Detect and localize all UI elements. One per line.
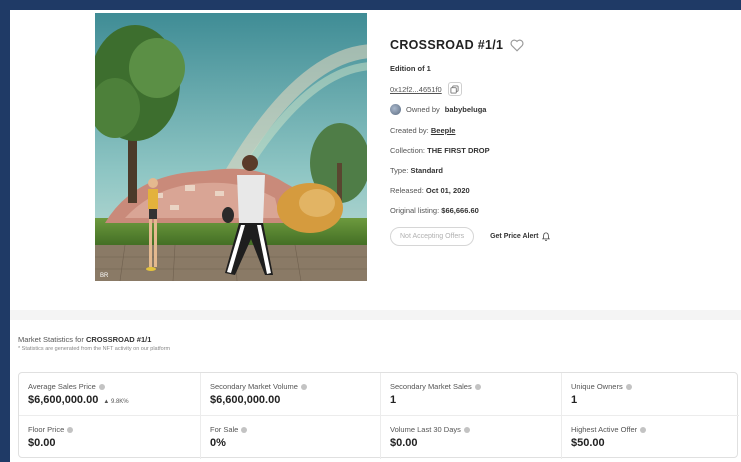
- original-listing-label: Original listing:: [390, 206, 440, 215]
- stat-volume-last-30-days: Volume Last 30 Days $0.00: [381, 416, 562, 459]
- info-icon[interactable]: [474, 383, 481, 390]
- contract-address-link[interactable]: 0x12f2...4651f0: [390, 85, 442, 94]
- heart-icon[interactable]: [510, 39, 524, 52]
- released-row: Released: Oct 01, 2020: [390, 186, 730, 195]
- stat-change: ▲ 9.8K%: [103, 399, 129, 405]
- released-label: Released:: [390, 186, 424, 195]
- collection-value: THE FIRST DROP: [427, 146, 490, 155]
- get-price-alert-button[interactable]: Get Price Alert: [490, 232, 551, 241]
- stat-value: 1: [571, 394, 578, 406]
- price-alert-label: Get Price Alert: [490, 233, 539, 240]
- owner-prefix: Owned by: [406, 105, 440, 114]
- created-by-row: Created by: Beeple: [390, 126, 730, 135]
- section-divider: [10, 310, 741, 320]
- nft-title: CROSSROAD #1/1: [390, 38, 504, 52]
- stat-floor-price: Floor Price $0.00: [19, 416, 201, 459]
- original-listing-row: Original listing: $66,666.60: [390, 206, 730, 215]
- stat-label: Secondary Market Volume: [210, 382, 298, 391]
- stat-average-sales-price: Average Sales Price $6,600,000.00 ▲ 9.8K%: [19, 373, 201, 416]
- bell-icon: [542, 232, 551, 241]
- creator-link[interactable]: Beeple: [431, 126, 456, 135]
- nft-artwork[interactable]: BR: [95, 13, 367, 281]
- stat-value: $6,600,000.00: [210, 394, 281, 406]
- original-listing-value: $66,666.60: [441, 206, 479, 215]
- nft-header: BR CROSSROAD #1/1 Edition of 1 0x12f2...…: [10, 10, 741, 310]
- stat-label: For Sale: [210, 425, 239, 434]
- market-stats-note: * Statistics are generated from the NFT …: [18, 346, 171, 352]
- stat-label: Secondary Market Sales: [390, 382, 472, 391]
- market-stats-title: Market Statistics for CROSSROAD #1/1: [18, 335, 170, 344]
- owner-name-link[interactable]: babybeluga: [445, 105, 487, 114]
- stat-label: Average Sales Price: [28, 382, 96, 391]
- edition-label: Edition of 1: [390, 64, 431, 73]
- nft-details: CROSSROAD #1/1 Edition of 1 0x12f2...465…: [390, 38, 730, 246]
- stat-secondary-market-volume: Secondary Market Volume $6,600,000.00: [201, 373, 381, 416]
- stat-highest-active-offer: Highest Active Offer $50.00: [562, 416, 739, 459]
- created-by-label: Created by:: [390, 126, 429, 135]
- market-stats-header: Market Statistics for CROSSROAD #1/1 * S…: [18, 335, 170, 352]
- stat-for-sale: For Sale 0%: [201, 416, 381, 459]
- info-icon[interactable]: [67, 426, 74, 433]
- stat-value: $0.00: [390, 437, 418, 449]
- artwork-image: BR: [95, 13, 367, 281]
- info-icon[interactable]: [300, 383, 307, 390]
- type-row: Type: Standard: [390, 166, 730, 175]
- collection-row: Collection: THE FIRST DROP: [390, 146, 730, 155]
- artwork-corner-mark: BR: [100, 273, 109, 279]
- stat-secondary-market-sales: Secondary Market Sales 1: [381, 373, 562, 416]
- copy-icon: [450, 84, 459, 94]
- copy-address-button[interactable]: [447, 82, 462, 96]
- released-value: Oct 01, 2020: [425, 186, 470, 195]
- stat-label: Highest Active Offer: [571, 425, 638, 434]
- market-stats-title-prefix: Market Statistics for: [18, 335, 84, 344]
- stat-value: 0%: [210, 437, 226, 449]
- info-icon[interactable]: [463, 426, 470, 433]
- info-icon[interactable]: [98, 383, 105, 390]
- stat-unique-owners: Unique Owners 1: [562, 373, 739, 416]
- page-frame: BR CROSSROAD #1/1 Edition of 1 0x12f2...…: [10, 10, 741, 462]
- market-stats-title-name: CROSSROAD #1/1: [85, 335, 152, 344]
- not-accepting-offers-button[interactable]: Not Accepting Offers: [390, 227, 475, 246]
- stat-value: 1: [390, 394, 397, 406]
- info-icon[interactable]: [640, 426, 647, 433]
- stat-value: $50.00: [571, 437, 605, 449]
- stat-label: Unique Owners: [571, 382, 623, 391]
- stat-value: $0.00: [28, 437, 56, 449]
- collection-label: Collection:: [390, 146, 426, 155]
- market-stats-card: Average Sales Price $6,600,000.00 ▲ 9.8K%…: [18, 372, 739, 459]
- type-label: Type:: [390, 166, 409, 175]
- stat-value: $6,600,000.00: [28, 394, 99, 406]
- stat-label: Floor Price: [28, 425, 65, 434]
- info-icon[interactable]: [625, 383, 632, 390]
- owner-avatar[interactable]: [390, 104, 401, 115]
- stat-label: Volume Last 30 Days: [390, 425, 461, 434]
- info-icon[interactable]: [241, 426, 248, 433]
- type-value: Standard: [410, 166, 443, 175]
